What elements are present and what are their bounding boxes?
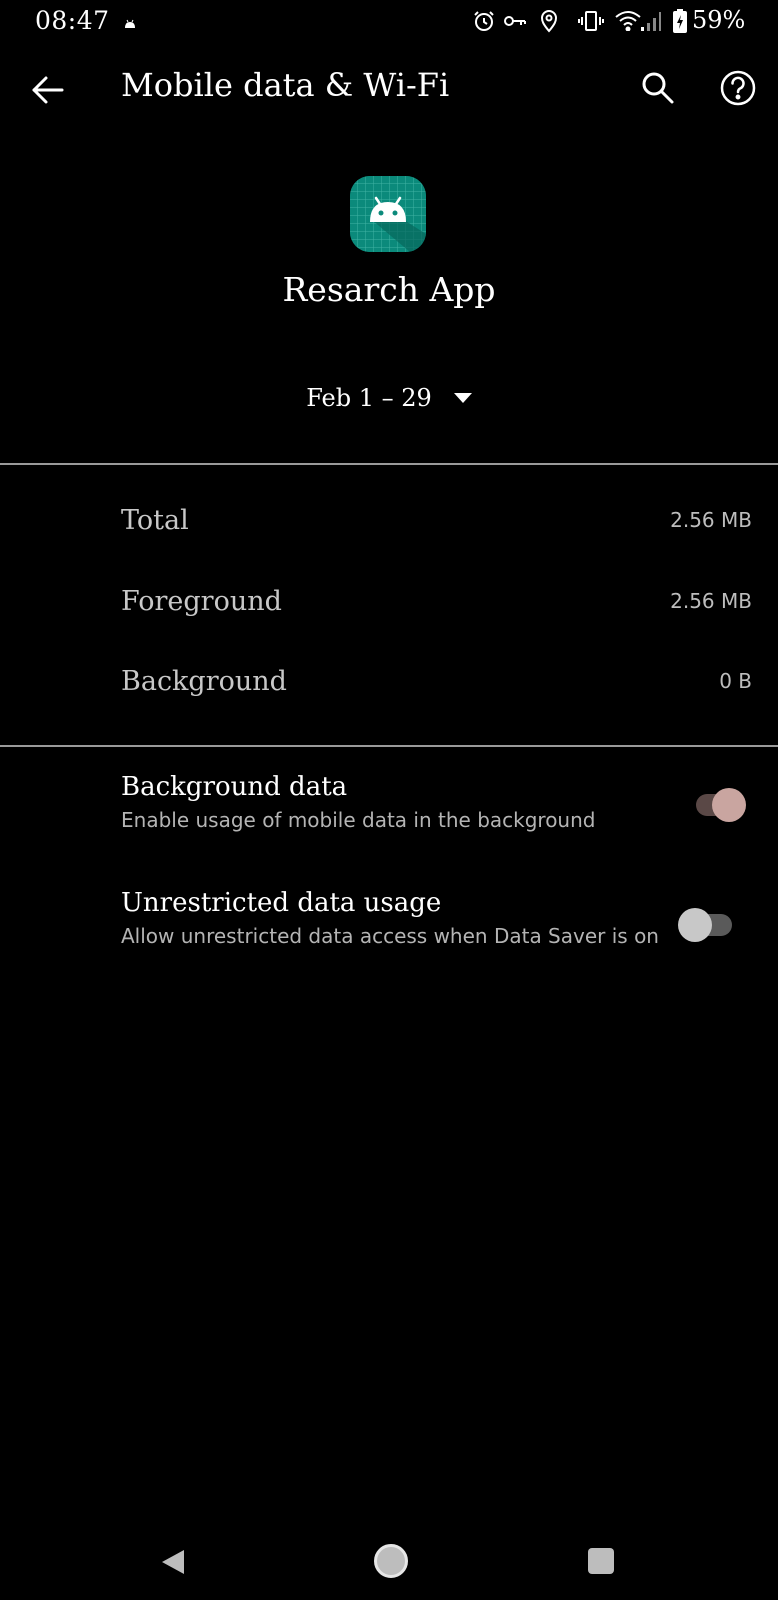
usage-row-background: Background 0 B — [121, 661, 752, 701]
divider — [0, 463, 778, 465]
usage-value: 2.56 MB — [670, 589, 752, 613]
unrestricted-data-setting[interactable]: Unrestricted data usage Allow unrestrict… — [121, 888, 761, 948]
back-button[interactable] — [28, 70, 68, 110]
search-icon — [642, 72, 674, 104]
setting-summary: Enable usage of mobile data in the backg… — [121, 808, 596, 832]
app-name: Resarch App — [282, 270, 496, 309]
alarm-icon — [472, 9, 496, 37]
usage-label: Foreground — [121, 585, 282, 617]
android-notification-icon — [124, 14, 136, 33]
setting-summary: Allow unrestricted data access when Data… — [121, 924, 659, 948]
wifi-icon — [614, 9, 642, 35]
setting-title: Unrestricted data usage — [121, 888, 442, 918]
usage-label: Background — [121, 665, 287, 697]
usage-label: Total — [121, 504, 189, 536]
location-icon — [539, 9, 559, 37]
page-title: Mobile data & Wi-Fi — [121, 66, 450, 104]
date-range-selector[interactable]: Feb 1 – 29 — [0, 384, 778, 412]
usage-value: 2.56 MB — [670, 508, 752, 532]
setting-title: Background data — [121, 772, 348, 802]
nav-recents-button[interactable] — [588, 1548, 614, 1574]
help-button[interactable] — [718, 68, 758, 108]
divider — [0, 745, 778, 747]
signal-icon — [640, 10, 662, 36]
unrestricted-data-toggle[interactable] — [678, 902, 738, 942]
vibrate-icon — [578, 9, 604, 37]
battery-percentage: 59% — [692, 6, 746, 34]
search-button[interactable] — [638, 68, 678, 108]
usage-row-foreground: Foreground 2.56 MB — [121, 581, 752, 621]
android-app-icon — [350, 176, 426, 252]
usage-value: 0 B — [719, 669, 752, 693]
background-data-setting[interactable]: Background data Enable usage of mobile d… — [121, 772, 761, 832]
toggle-thumb — [678, 908, 712, 942]
nav-home-button[interactable] — [374, 1544, 408, 1578]
dropdown-arrow-icon — [453, 393, 472, 403]
battery-icon — [672, 8, 688, 38]
status-time: 08:47 — [35, 6, 110, 35]
arrow-back-icon — [32, 76, 64, 104]
usage-row-total: Total 2.56 MB — [121, 500, 752, 540]
background-data-toggle[interactable] — [690, 782, 750, 822]
date-range-label: Feb 1 – 29 — [306, 384, 432, 412]
nav-back-icon — [162, 1550, 184, 1574]
help-icon — [720, 70, 756, 106]
nav-back-button[interactable] — [160, 1548, 186, 1580]
toggle-thumb — [712, 788, 746, 822]
vpn-key-icon — [503, 12, 527, 34]
